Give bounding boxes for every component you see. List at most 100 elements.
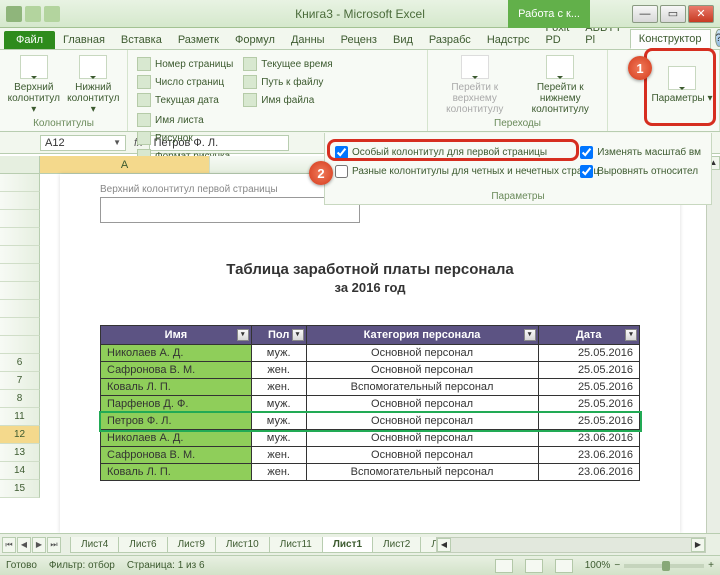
row-header[interactable] — [0, 318, 40, 336]
maximize-button[interactable]: ▭ — [660, 5, 686, 23]
cell-sex[interactable]: жен. — [251, 362, 306, 379]
cell-name[interactable]: Сафронова В. М. — [101, 447, 252, 464]
last-sheet-icon[interactable]: ⏭ — [47, 537, 61, 553]
tab-design[interactable]: Конструктор — [630, 29, 711, 49]
footer-button[interactable]: Нижний колонтитул ▾ — [66, 54, 122, 116]
sheet-nav[interactable]: ⏮ ◀ ▶ ⏭ — [2, 537, 61, 553]
scroll-right-icon[interactable]: ▶ — [691, 538, 705, 552]
sheet-tab[interactable]: Лист1 — [322, 537, 373, 553]
cell-sex[interactable]: муж. — [251, 345, 306, 362]
table-row[interactable]: Петров Ф. Л. муж. Основной персонал 25.0… — [101, 413, 640, 430]
row-header[interactable] — [0, 282, 40, 300]
zoom-control[interactable]: 100% − + — [585, 560, 714, 571]
scroll-left-icon[interactable]: ◀ — [437, 538, 451, 552]
data-table[interactable]: Имя▾Пол▾Категория персонала▾Дата▾ Никола… — [100, 325, 640, 481]
checkbox-align[interactable]: Выровнять относител — [574, 162, 707, 181]
header-button[interactable]: Верхний колонтитул ▾ — [6, 54, 62, 116]
cell-date[interactable]: 25.05.2016 — [538, 362, 639, 379]
view-break-button[interactable] — [555, 559, 573, 573]
prev-sheet-icon[interactable]: ◀ — [17, 537, 31, 553]
cell-category[interactable]: Вспомогательный персонал — [306, 379, 538, 396]
tab-addins[interactable]: Надстрс — [479, 31, 538, 49]
row-header[interactable]: 6 — [0, 354, 40, 372]
row-header[interactable] — [0, 264, 40, 282]
zoom-out-icon[interactable]: − — [614, 560, 620, 571]
col-header-a[interactable]: A — [40, 156, 210, 173]
checkbox-odd-even-headers[interactable]: Разные колонтитулы для четных и нечетных… — [329, 162, 605, 181]
cell-category[interactable]: Основной персонал — [306, 362, 538, 379]
tab-file[interactable]: Файл — [4, 31, 55, 49]
cell-category[interactable]: Вспомогательный персонал — [306, 464, 538, 481]
options-button[interactable]: Параметры ▾ — [651, 54, 713, 116]
sheet-tab[interactable]: Лист9 — [167, 537, 216, 553]
table-row[interactable]: Коваль Л. П. жен. Вспомогательный персон… — [101, 464, 640, 481]
filter-icon[interactable]: ▾ — [292, 329, 304, 341]
view-normal-button[interactable] — [495, 559, 513, 573]
cell-date[interactable]: 25.05.2016 — [538, 413, 639, 430]
table-row[interactable]: Николаев А. Д. муж. Основной персонал 23… — [101, 430, 640, 447]
column-header[interactable]: Имя▾ — [101, 326, 252, 345]
row-header[interactable]: 11 — [0, 408, 40, 426]
minimize-button[interactable]: — — [632, 5, 658, 23]
save-icon[interactable] — [25, 6, 41, 22]
checkbox-scale[interactable]: Изменять масштаб вм — [574, 143, 707, 162]
vertical-scrollbar[interactable]: ▲ — [706, 156, 720, 533]
tab-home[interactable]: Главная — [55, 31, 113, 49]
checkbox-first-page-header[interactable]: Особый колонтитул для первой страницы — [329, 143, 605, 162]
cell-name[interactable]: Сафронова В. М. — [101, 362, 252, 379]
row-header[interactable] — [0, 210, 40, 228]
table-row[interactable]: Николаев А. Д. муж. Основной персонал 25… — [101, 345, 640, 362]
table-row[interactable]: Сафронова В. М. жен. Основной персонал 2… — [101, 362, 640, 379]
row-header[interactable]: 14 — [0, 462, 40, 480]
undo-icon[interactable] — [44, 6, 60, 22]
cell-sex[interactable]: муж. — [251, 430, 306, 447]
cell-category[interactable]: Основной персонал — [306, 396, 538, 413]
row-header[interactable]: 8 — [0, 390, 40, 408]
worksheet-area[interactable]: A 6781112131415 Верхний колонтитул перво… — [0, 156, 720, 533]
picture-button[interactable]: Рисунок — [134, 130, 233, 146]
row-headers[interactable]: 6781112131415 — [0, 174, 40, 533]
cell-category[interactable]: Основной персонал — [306, 447, 538, 464]
close-button[interactable]: ✕ — [688, 5, 714, 23]
tab-layout[interactable]: Разметк — [170, 31, 227, 49]
column-header[interactable]: Пол▾ — [251, 326, 306, 345]
sheet-tab[interactable]: Лист2 — [372, 537, 421, 553]
filter-icon[interactable]: ▾ — [625, 329, 637, 341]
row-header[interactable] — [0, 300, 40, 318]
row-header[interactable]: 12 — [0, 426, 40, 444]
next-sheet-icon[interactable]: ▶ — [32, 537, 46, 553]
column-header[interactable]: Категория персонала▾ — [306, 326, 538, 345]
cell-date[interactable]: 25.05.2016 — [538, 379, 639, 396]
row-header[interactable]: 13 — [0, 444, 40, 462]
tab-review[interactable]: Реценз — [333, 31, 385, 49]
cell-sex[interactable]: жен. — [251, 464, 306, 481]
cell-name[interactable]: Петров Ф. Л. — [101, 413, 252, 430]
row-header[interactable] — [0, 174, 40, 192]
cell-date[interactable]: 23.06.2016 — [538, 447, 639, 464]
sheet-name-button[interactable]: Имя листа — [134, 112, 233, 128]
zoom-slider[interactable] — [624, 564, 704, 568]
page-number-button[interactable]: Номер страницы — [134, 56, 236, 72]
row-header[interactable] — [0, 228, 40, 246]
file-path-button[interactable]: Путь к файлу — [240, 74, 335, 90]
row-header[interactable]: 7 — [0, 372, 40, 390]
column-header[interactable]: Дата▾ — [538, 326, 639, 345]
sheet-tab[interactable]: Лист11 — [269, 537, 323, 553]
horizontal-scrollbar[interactable]: ◀ ▶ — [436, 537, 706, 553]
tab-view[interactable]: Вид — [385, 31, 421, 49]
view-layout-button[interactable] — [525, 559, 543, 573]
cell-category[interactable]: Основной персонал — [306, 413, 538, 430]
cell-date[interactable]: 23.06.2016 — [538, 430, 639, 447]
tab-formulas[interactable]: Формул — [227, 31, 283, 49]
cell-name[interactable]: Николаев А. Д. — [101, 345, 252, 362]
cell-sex[interactable]: муж. — [251, 413, 306, 430]
tab-dev[interactable]: Разрабс — [421, 31, 479, 49]
cell-name[interactable]: Парфенов Д. Ф. — [101, 396, 252, 413]
tab-data[interactable]: Данны — [283, 31, 333, 49]
filter-icon[interactable]: ▾ — [237, 329, 249, 341]
sheet-tab[interactable]: Лист6 — [118, 537, 167, 553]
zoom-in-icon[interactable]: + — [708, 560, 714, 571]
cell-name[interactable]: Коваль Л. П. — [101, 464, 252, 481]
cell-name[interactable]: Коваль Л. П. — [101, 379, 252, 396]
cell-date[interactable]: 25.05.2016 — [538, 396, 639, 413]
